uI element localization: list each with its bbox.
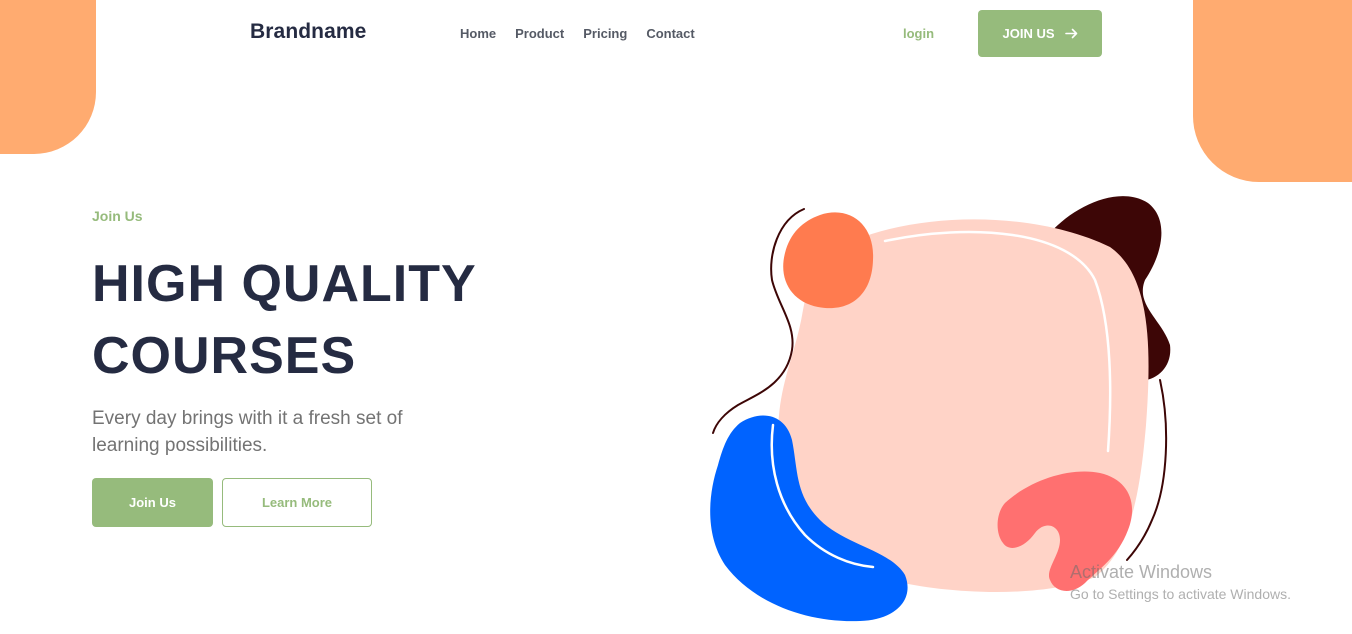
windows-activation-watermark: Activate Windows Go to Settings to activ… — [1070, 561, 1291, 605]
nav-item-product[interactable]: Product — [515, 26, 564, 41]
join-us-button[interactable]: JOIN US — [978, 10, 1102, 57]
hero-title-line-1: HIGH QUALITY — [92, 255, 477, 313]
arrow-right-icon — [1064, 28, 1078, 39]
orange-blob-shape — [783, 212, 874, 309]
nav-item-home[interactable]: Home — [460, 26, 496, 41]
nav-item-contact[interactable]: Contact — [646, 26, 694, 41]
hero-title-line-2: COURSES — [92, 327, 357, 385]
login-link[interactable]: login — [903, 26, 934, 41]
decorative-corner-right — [1193, 0, 1352, 182]
hero-title: HIGH QUALITY COURSES — [92, 248, 612, 392]
hero-eyebrow: Join Us — [92, 208, 143, 224]
join-us-hero-button[interactable]: Join Us — [92, 478, 213, 527]
watermark-subtitle: Go to Settings to activate Windows. — [1070, 586, 1291, 602]
hero-description: Every day brings with it a fresh set of … — [92, 408, 403, 456]
learn-more-button[interactable]: Learn More — [222, 478, 372, 527]
join-us-button-label: JOIN US — [1002, 26, 1055, 41]
nav-item-pricing[interactable]: Pricing — [583, 26, 627, 41]
decorative-corner-left — [0, 0, 96, 154]
watermark-title: Activate Windows — [1070, 562, 1213, 582]
brand-logo[interactable]: Brandname — [250, 20, 366, 44]
main-nav: Home Product Pricing Contact — [460, 26, 695, 41]
